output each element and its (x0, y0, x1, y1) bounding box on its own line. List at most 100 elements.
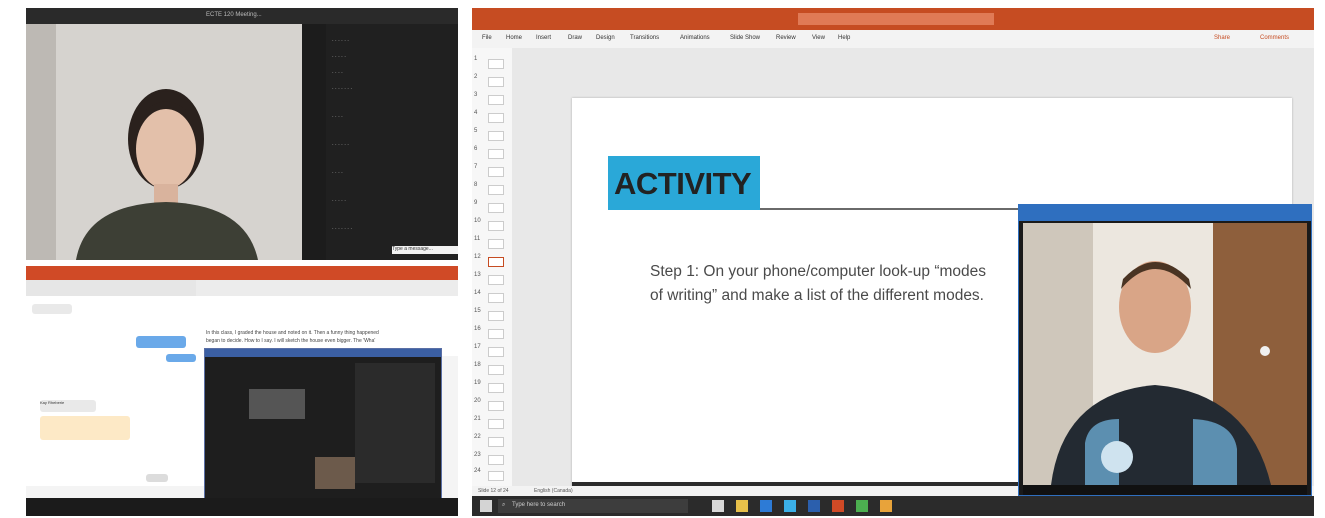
powerpoint-icon[interactable] (832, 500, 844, 512)
slide-number: 20 (474, 398, 481, 404)
status-language: English (Canada) (534, 488, 573, 494)
slide-thumb[interactable]: 4 (474, 110, 508, 123)
tab-design[interactable]: Design (596, 35, 615, 41)
tab-slide-show[interactable]: Slide Show (730, 35, 760, 41)
slide-thumb[interactable]: 20 (474, 398, 508, 411)
taskbar-search[interactable]: ⌕ Type here to search (498, 499, 688, 513)
comments-button[interactable]: Comments (1260, 35, 1289, 41)
slide-thumb[interactable]: 3 (474, 92, 508, 105)
webcam-titlebar[interactable] (1019, 205, 1311, 221)
slide-thumb[interactable]: 14 (474, 290, 508, 303)
webcam-window[interactable] (1018, 204, 1312, 496)
folder-icon[interactable] (736, 500, 748, 512)
slide-number: 3 (474, 92, 478, 98)
tab-review[interactable]: Review (776, 35, 796, 41)
participant-image (26, 24, 302, 260)
slide-number: 14 (474, 290, 481, 296)
slide-thumb[interactable]: 15 (474, 308, 508, 321)
slide-number: 12 (474, 254, 481, 260)
slide-number: 18 (474, 362, 481, 368)
activity-heading-box: ACTIVITY (608, 156, 760, 210)
slide-thumbnails: 1 2 3 4 5 6 7 8 9 10 11 12 13 14 15 16 1… (472, 48, 513, 486)
chat-sender: Kay Rheberie (40, 400, 96, 412)
taskbar-app-icon[interactable] (856, 500, 868, 512)
slide-thumb[interactable]: 1 (474, 56, 508, 69)
taskbar-app-icon[interactable] (712, 500, 724, 512)
tab-insert[interactable]: Insert (536, 35, 551, 41)
app-toolbar (26, 280, 196, 296)
taskbar-app-icon[interactable] (880, 500, 892, 512)
slide-thumb[interactable]: 11 (474, 236, 508, 249)
slide-number: 15 (474, 308, 481, 314)
browser-icon[interactable] (784, 500, 796, 512)
slide-number: 2 (474, 74, 478, 80)
address-bar[interactable] (196, 280, 458, 296)
slide-thumb[interactable]: 16 (474, 326, 508, 339)
sidebar-line: · · · · · (332, 198, 346, 204)
slide-number: 22 (474, 434, 481, 440)
slide-number: 19 (474, 380, 481, 386)
share-button[interactable]: Share (1214, 35, 1230, 41)
sidebar-line: · · · · · · (332, 38, 349, 44)
sidebar-line: · · · · · · (332, 142, 349, 148)
slide-thumb[interactable]: 21 (474, 416, 508, 429)
mail-icon[interactable] (760, 500, 772, 512)
slide-thumb[interactable]: 7 (474, 164, 508, 177)
tab-animations[interactable]: Animations (680, 35, 710, 41)
tab-help[interactable]: Help (838, 35, 850, 41)
slide-thumb[interactable]: 17 (474, 344, 508, 357)
chat-input[interactable]: Type a message... (392, 246, 458, 254)
video-call-panel: ECTE 120 Meeting... · · · · · · · · · · … (26, 8, 458, 260)
chat-sidebar: · · · · · · · · · · · · · · · · · · · · … (326, 24, 458, 260)
sidebar-line: · · · · · · · (332, 86, 352, 92)
nested-titlebar (205, 349, 441, 357)
slide-thumb[interactable]: 5 (474, 128, 508, 141)
tab-file[interactable]: File (482, 35, 492, 41)
video-call-titlebar: ECTE 120 Meeting... (26, 8, 458, 24)
slide-thumb[interactable]: 9 (474, 200, 508, 213)
slide-number: 4 (474, 110, 478, 116)
word-icon[interactable] (808, 500, 820, 512)
slide-thumb[interactable]: 24 (474, 468, 508, 481)
tab-draw[interactable]: Draw (568, 35, 582, 41)
powerpoint-titlebar (472, 8, 1314, 30)
slide-thumb[interactable]: 13 (474, 272, 508, 285)
sidebar-line: · · · · (332, 70, 343, 76)
tab-transitions[interactable]: Transitions (630, 35, 659, 41)
slide-thumb[interactable]: 19 (474, 380, 508, 393)
slide-number: 11 (474, 236, 481, 242)
windows-start-icon[interactable] (480, 500, 492, 512)
ribbon-tabs: File Home Insert Draw Design Transitions… (472, 30, 1314, 49)
chat-bubble (32, 304, 72, 314)
slide-body: Step 1: On your phone/computer look-up “… (650, 260, 1050, 308)
nested-webcam (315, 457, 355, 489)
tab-view[interactable]: View (812, 35, 825, 41)
search-icon: ⌕ (502, 502, 506, 508)
chat-bubble (40, 416, 130, 440)
tab-home[interactable]: Home (506, 35, 522, 41)
slide-number: 1 (474, 56, 478, 62)
browser-tab-strip[interactable] (26, 266, 458, 280)
chat-window: Kay Rheberie (26, 296, 227, 486)
slide-thumb[interactable]: 2 (474, 74, 508, 87)
desktop-screen-panel: Kay Rheberie In this class, I graded the… (26, 266, 458, 516)
slide-thumb[interactable]: 22 (474, 434, 508, 447)
presenter-image (1023, 223, 1307, 485)
slide-thumb[interactable]: 18 (474, 362, 508, 375)
slide-number: 23 (474, 452, 481, 458)
slide-number: 7 (474, 164, 478, 170)
webcam-controls[interactable] (1023, 485, 1307, 495)
chat-button[interactable] (146, 474, 168, 482)
title-search-box[interactable] (798, 13, 994, 25)
slide-thumb[interactable]: 6 (474, 146, 508, 159)
chat-bubble (136, 336, 186, 348)
slide-thumb[interactable]: 10 (474, 218, 508, 231)
slide-number: 21 (474, 416, 481, 422)
slide-thumb[interactable]: 23 (474, 452, 508, 465)
slide-thumb[interactable]: 8 (474, 182, 508, 195)
slide-thumb-selected[interactable]: 12 (474, 254, 508, 267)
slide-number: 17 (474, 344, 481, 350)
windows-taskbar (26, 498, 458, 516)
slide-number: 6 (474, 146, 478, 152)
taskbar-search-placeholder: Type here to search (512, 502, 566, 508)
